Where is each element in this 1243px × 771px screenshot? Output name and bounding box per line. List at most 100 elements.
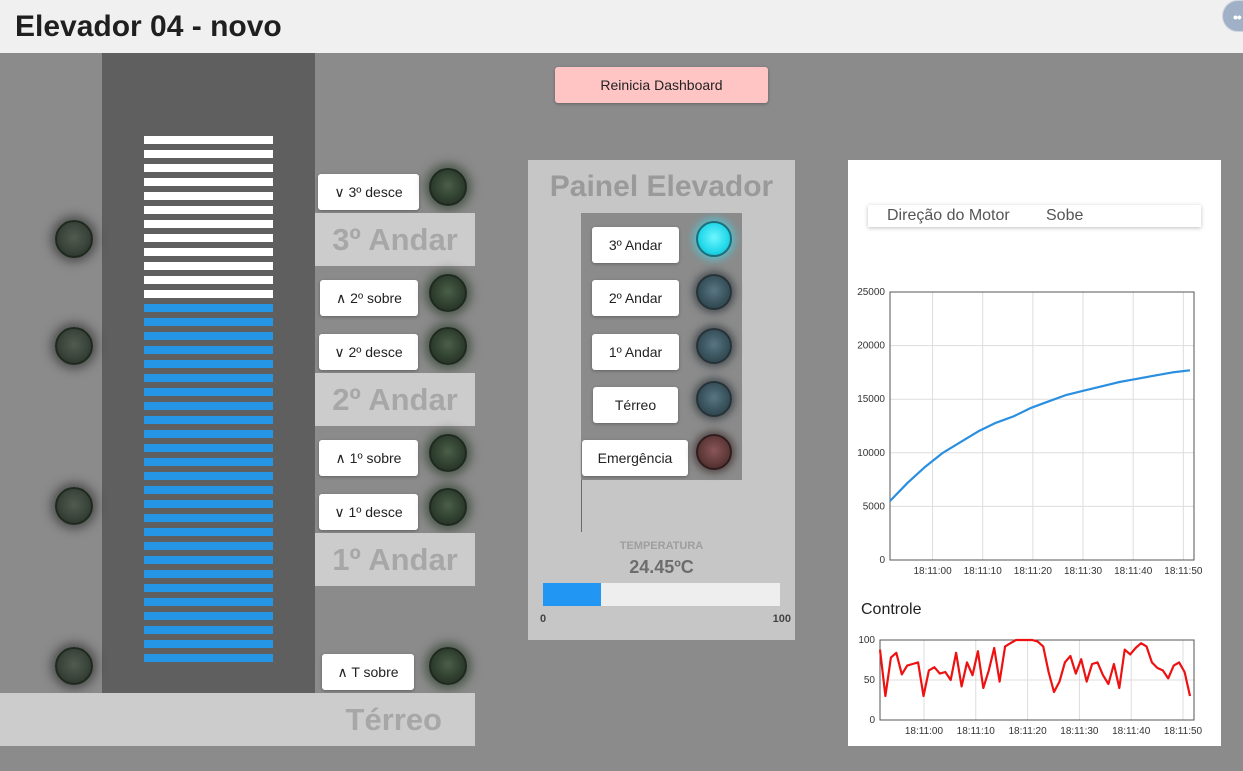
call-2-down-button[interactable]: ∨ 2º desce [319,334,418,370]
shaft-empty-bar [144,150,273,158]
x-tick-label: 18:11:10 [964,566,1003,577]
shaft-filled-bar [144,500,273,508]
x-tick-label: 18:11:40 [1114,566,1153,577]
series-line [878,638,1192,698]
shaft-empty-bar [144,290,273,298]
shaft-filled-bar [144,584,273,592]
shaft-empty-bar [144,164,273,172]
controle-line-chart: 0 50 100 18:11:00 18:11:10 18:11:20 18:11:30 18… [858,635,1203,737]
temperature-min: 0 [540,613,547,625]
floor-label-1: 1º Andar [315,533,475,586]
call-2-up-led-icon [429,274,467,312]
call-2-down-led-icon [429,327,467,365]
shaft-filled-bar [144,640,273,648]
shaft-filled-bar [144,416,273,424]
shaft-filled-bar [144,304,273,312]
shaft-filled-bar [144,388,273,396]
panel-terreo-button[interactable]: Térreo [593,387,678,423]
y-tick-label: 25000 [857,287,885,298]
elevator-shaft [102,53,315,693]
y-tick-label: 100 [858,635,875,646]
reset-dashboard-button[interactable]: Reinicia Dashboard [555,67,768,103]
panel-1-andar-button[interactable]: 1º Andar [592,334,679,370]
call-1-down-button[interactable]: ∨ 1º desce [319,494,418,530]
shaft-filled-bar [144,346,273,354]
shaft-filled-bar [144,486,273,494]
call-3-down-button[interactable]: ∨ 3º desce [318,174,419,210]
temperature-value: 24.45ºC [629,557,694,577]
shaft-filled-bar [144,514,273,522]
x-tick-label: 18:11:50 [1164,566,1203,577]
shaft-filled-bar [144,556,273,564]
y-tick-label: 50 [864,675,876,686]
call-ground-up-button[interactable]: ∧ T sobre [322,654,414,690]
panel-emergencia-button[interactable]: Emergência [582,440,688,476]
more-dots-icon[interactable]: •• [1222,0,1243,32]
y-tick-label: 20000 [857,341,885,352]
shaft-filled-bar [144,332,273,340]
shaft-filled-bar [144,318,273,326]
shaft-empty-bar [144,206,273,214]
x-tick-label: 18:11:50 [1164,726,1203,737]
shaft-filled-bar [144,402,273,410]
floor-label-ground-text: Térreo [345,702,442,737]
call-1-up-led-icon [429,434,467,472]
floor-1-indicator-icon [55,487,93,525]
shaft-empty-bar [144,276,273,284]
panel-2-andar-button[interactable]: 2º Andar [592,280,679,316]
chart-card: Direção do Motor Sobe 0 5000 10000 15000 200… [848,160,1221,746]
floor-ground-indicator-icon [55,647,93,685]
page-title: Elevador 04 - novo [15,10,282,43]
shaft-filled-bar [144,612,273,620]
call-2-up-button[interactable]: ∧ 2º sobre [320,280,418,316]
floor-label-3: 3º Andar [315,213,475,266]
call-ground-up-led-icon [429,647,467,685]
y-tick-label: 0 [869,715,875,726]
shaft-filled-bar [144,472,273,480]
shaft-empty-bar [144,178,273,186]
x-tick-label: 18:11:00 [905,726,944,737]
x-tick-label: 18:11:20 [1008,726,1047,737]
panel-terreo-light-icon [696,381,732,417]
shaft-empty-bar [144,234,273,242]
panel-3-andar-button[interactable]: 3º Andar [592,227,679,263]
y-tick-label: 10000 [857,448,885,459]
call-1-down-led-icon [429,488,467,526]
panel-emergencia-light-icon [696,434,732,470]
shaft-filled-bar [144,654,273,662]
top-bar: Elevador 04 - novo •• [0,0,1243,53]
shaft-empty-bar [144,220,273,228]
x-tick-label: 18:11:30 [1060,726,1099,737]
x-tick-label: 18:11:10 [957,726,996,737]
shaft-filled-bar [144,626,273,634]
temperature-gauge-fill [543,583,601,606]
shaft-filled-bar [144,598,273,606]
shaft-filled-bar [144,570,273,578]
shaft-filled-bar [144,444,273,452]
y-tick-label: 0 [879,555,885,566]
floor-3-indicator-icon [55,220,93,258]
x-tick-label: 18:11:20 [1014,566,1053,577]
shaft-filled-bar [144,458,273,466]
panel-1-andar-light-icon [696,328,732,364]
panel-divider [581,480,582,532]
call-1-up-button[interactable]: ∧ 1º sobre [319,440,418,476]
shaft-filled-bar [144,528,273,536]
x-tick-label: 18:11:40 [1112,726,1151,737]
panel-2-andar-light-icon [696,274,732,310]
plot-frame [889,291,1195,561]
shaft-filled-bar [144,374,273,382]
shaft-filled-bar [144,542,273,550]
shaft-empty-bar [144,248,273,256]
panel-3-andar-light-icon [696,221,732,257]
x-tick-label: 18:11:30 [1064,566,1103,577]
shaft-filled-bar [144,430,273,438]
y-tick-label: 5000 [863,501,886,512]
elevator-panel: Painel Elevador 3º Andar 2º Andar 1º And… [528,160,795,640]
speed-line-chart: 0 5000 10000 15000 20000 25000 18:11:00 18:11:1… [857,287,1203,577]
floor-label-ground: Térreo [0,693,475,746]
shaft-filled-bar [144,360,273,368]
temperature-max: 100 [772,613,791,625]
floor-2-indicator-icon [55,327,93,365]
temperature-gauge [543,583,780,606]
